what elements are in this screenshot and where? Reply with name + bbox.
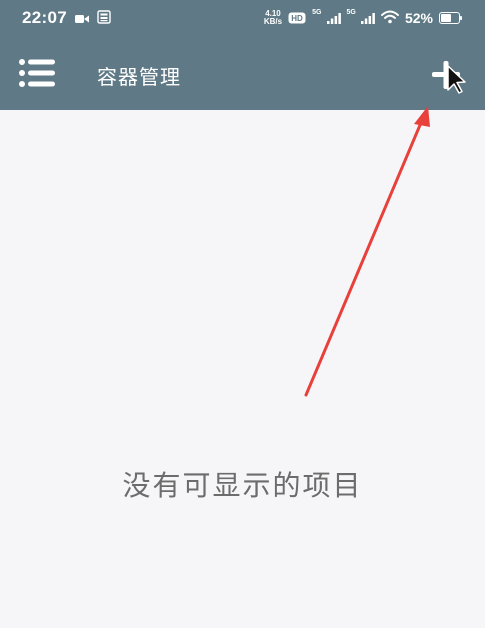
signal-icon-2: 5G [347,9,375,28]
container-list-area [0,110,485,628]
hd-icon: HD [288,9,306,28]
menu-list-icon [18,59,56,92]
status-time: 22:07 [22,8,67,27]
status-left: 22:07 [22,8,111,28]
status-right: 4.10 KB/s HD 5G 5G 52% [264,9,463,28]
empty-state-message: 没有可显示的项目 [122,469,363,502]
battery-icon [439,9,463,28]
svg-text:HD: HD [291,14,303,23]
net-speed-unit: KB/s [263,17,283,26]
signal-icon-1: 5G [312,8,341,28]
status-bar: 22:07 4.10 KB/s HD 5G 5G 52% [0,0,485,36]
network-speed: 4.10 KB/s [264,10,282,26]
battery-percent: 52% [404,10,433,26]
signal-2-label: 5G [346,8,356,16]
sim-card-icon [97,9,111,28]
app-toolbar: 容器管理 [0,36,485,110]
wifi-icon [380,9,399,28]
add-container-button[interactable] [424,56,468,96]
signal-1-label: 5G [312,8,322,16]
video-icon [74,9,89,28]
page-title: 容器管理 [97,65,181,89]
plus-icon [424,61,468,100]
menu-button[interactable] [18,58,56,88]
